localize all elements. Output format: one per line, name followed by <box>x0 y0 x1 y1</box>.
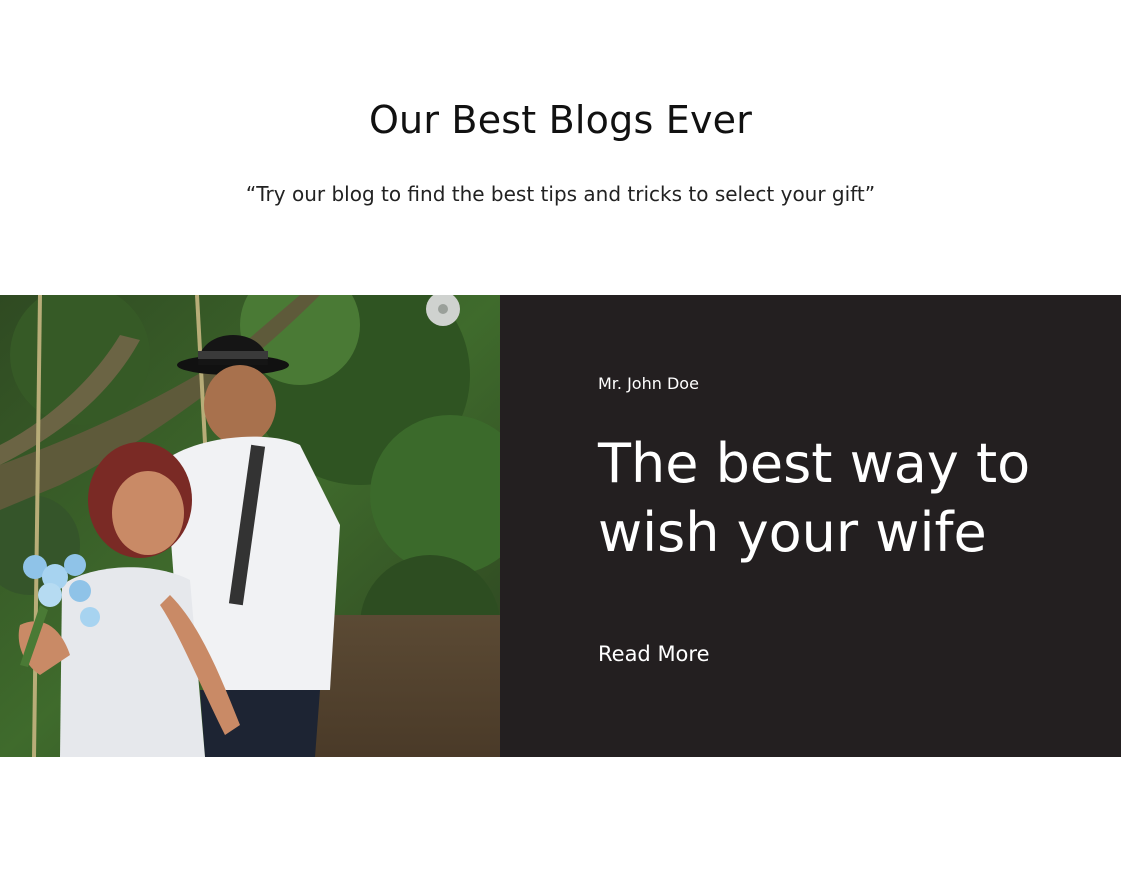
blog-headline: The best way to wish your wife <box>598 432 1031 564</box>
section-subtitle: “Try our blog to find the best tips and … <box>245 182 876 206</box>
section-title: Our Best Blogs Ever <box>368 98 753 142</box>
blog-card: Mr. John Doe The best way to wish your w… <box>0 295 1121 757</box>
blog-author: Mr. John Doe <box>598 374 699 393</box>
blog-photo <box>0 295 500 757</box>
couple-photo <box>0 295 500 757</box>
blog-text-panel: Mr. John Doe The best way to wish your w… <box>500 295 1121 757</box>
blog-section: Our Best Blogs Ever “Try our blog to fin… <box>0 0 1121 869</box>
read-more-link[interactable]: Read More <box>598 640 710 668</box>
